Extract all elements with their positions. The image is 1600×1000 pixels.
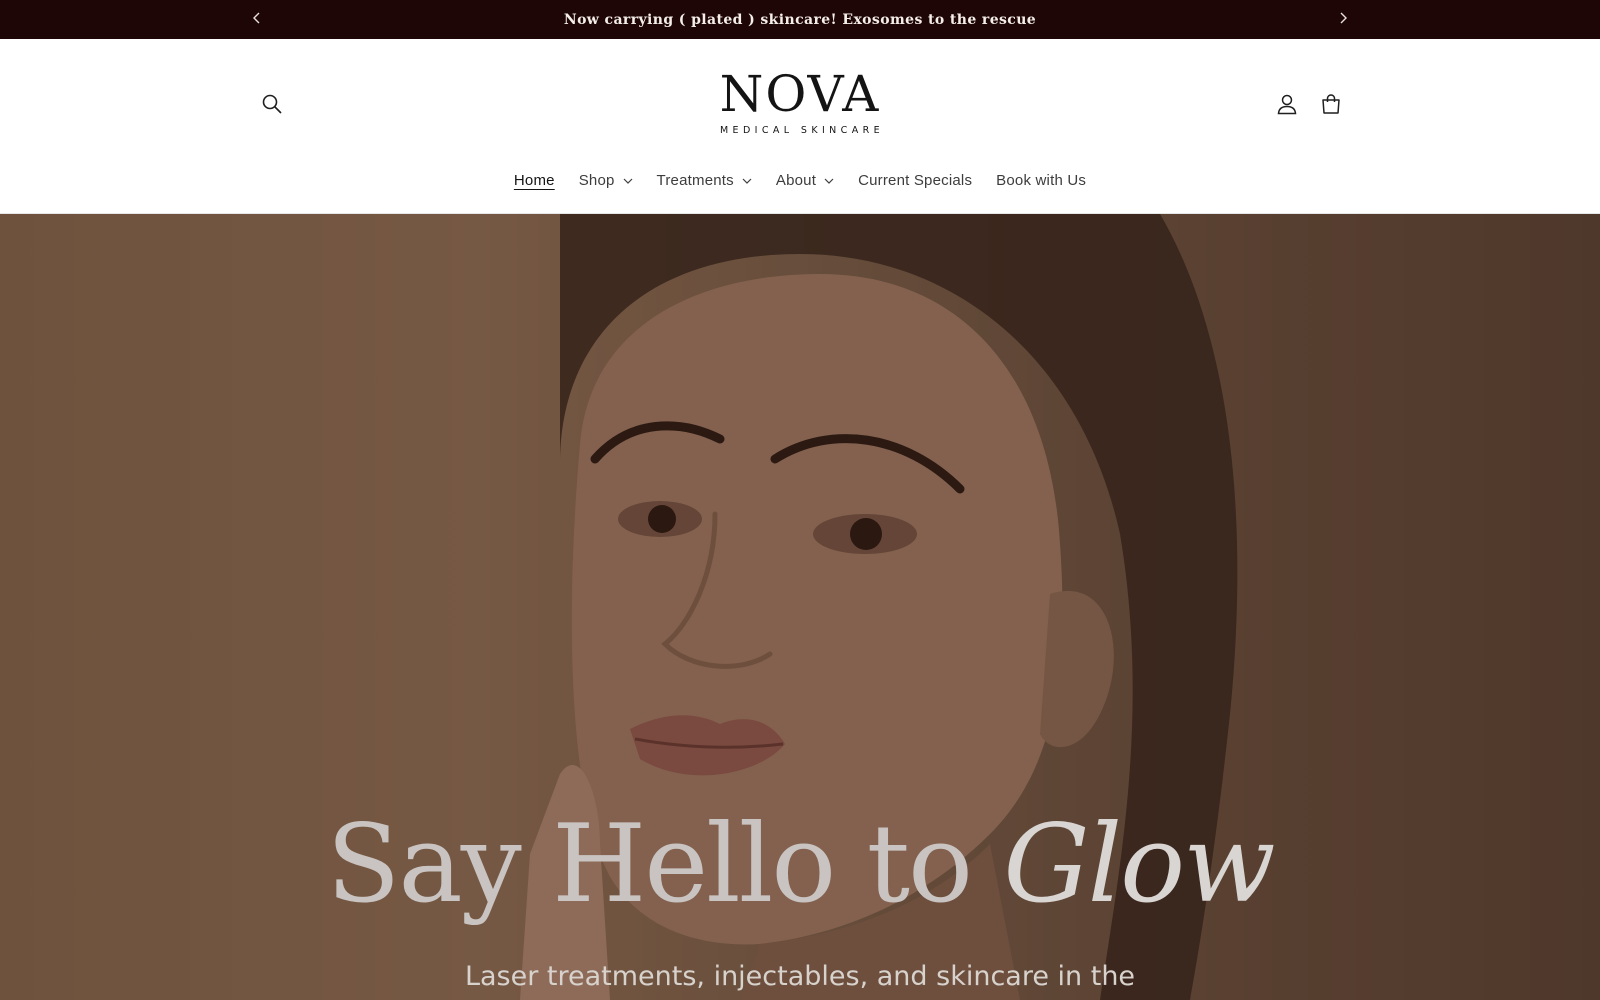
announcement-next-button[interactable] — [1333, 10, 1353, 30]
chevron-left-icon — [252, 11, 262, 29]
nav-item-current-specials[interactable]: Current Specials — [846, 172, 984, 189]
logo[interactable]: NOVA MEDICAL SKINCARE — [700, 67, 900, 136]
search-button[interactable] — [257, 91, 287, 121]
hero-banner: Say Hello to Glow Laser treatments, inje… — [0, 214, 1600, 1000]
search-icon — [261, 93, 283, 120]
logo-title: NOVA — [719, 65, 881, 123]
chevron-down-icon — [824, 178, 834, 184]
announcement-text[interactable]: Now carrying ( plated ) skincare! Exosom… — [564, 12, 1036, 28]
announcement-bar: Now carrying ( plated ) skincare! Exosom… — [0, 0, 1600, 39]
site-header: NOVA MEDICAL SKINCARE Home Shop Treatmen… — [0, 39, 1600, 214]
main-nav: Home Shop Treatments About Current Speci… — [0, 172, 1600, 189]
hero-subtitle: Laser treatments, injectables, and skinc… — [464, 961, 1136, 992]
hero-title-main: Say Hello to — [326, 802, 973, 927]
nav-item-shop[interactable]: Shop — [567, 172, 645, 189]
account-icon — [1276, 93, 1298, 120]
nav-item-label: Shop — [578, 172, 615, 189]
chevron-down-icon — [742, 178, 752, 184]
chevron-down-icon — [623, 178, 633, 184]
nav-item-label: Treatments — [656, 172, 734, 189]
nav-item-treatments[interactable]: Treatments — [645, 172, 764, 189]
announcement-prev-button[interactable] — [247, 10, 267, 30]
hero-title: Say Hello to Glow — [0, 802, 1600, 927]
hero-title-emphasis: Glow — [1003, 802, 1275, 927]
nav-item-label: Current Specials — [858, 172, 973, 189]
chevron-right-icon — [1338, 11, 1348, 29]
nav-item-home[interactable]: Home — [502, 172, 567, 189]
account-button[interactable] — [1272, 91, 1302, 121]
nav-item-label: About — [775, 172, 817, 189]
nav-item-label: Home — [513, 172, 555, 189]
cart-button[interactable] — [1316, 91, 1346, 121]
nav-item-label: Book with Us — [996, 172, 1087, 189]
logo-subtitle: MEDICAL SKINCARE — [719, 125, 885, 136]
cart-icon — [1320, 93, 1342, 120]
nav-item-book-with-us[interactable]: Book with Us — [984, 172, 1098, 189]
nav-item-about[interactable]: About — [764, 172, 846, 189]
